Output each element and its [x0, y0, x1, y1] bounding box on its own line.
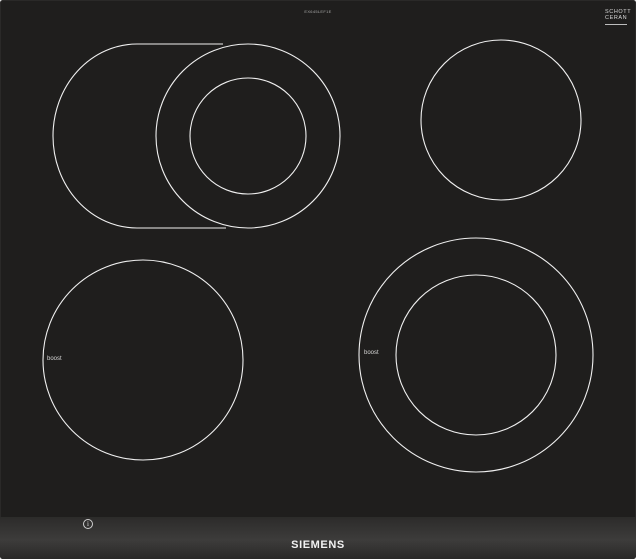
front-left-boost-label: boost	[47, 356, 62, 362]
back-right-zone[interactable]	[420, 39, 582, 201]
cooking-zones	[42, 39, 594, 473]
cooktop-surface: EX645LEF1E SCHOTT CERAN boost boost i SI…	[0, 0, 636, 559]
front-right-boost-label: boost	[364, 350, 379, 356]
front-right-zone-inner[interactable]	[395, 274, 557, 436]
info-icon[interactable]: i	[83, 519, 93, 529]
brand-logo: SIEMENS	[291, 539, 345, 551]
back-left-extension-outline[interactable]	[52, 43, 226, 229]
back-left-zone-inner[interactable]	[189, 77, 307, 195]
back-left-zone-outer[interactable]	[155, 43, 341, 229]
control-strip	[0, 517, 636, 559]
front-right-zone-outer[interactable]	[358, 237, 594, 473]
front-left-zone[interactable]	[42, 259, 244, 461]
